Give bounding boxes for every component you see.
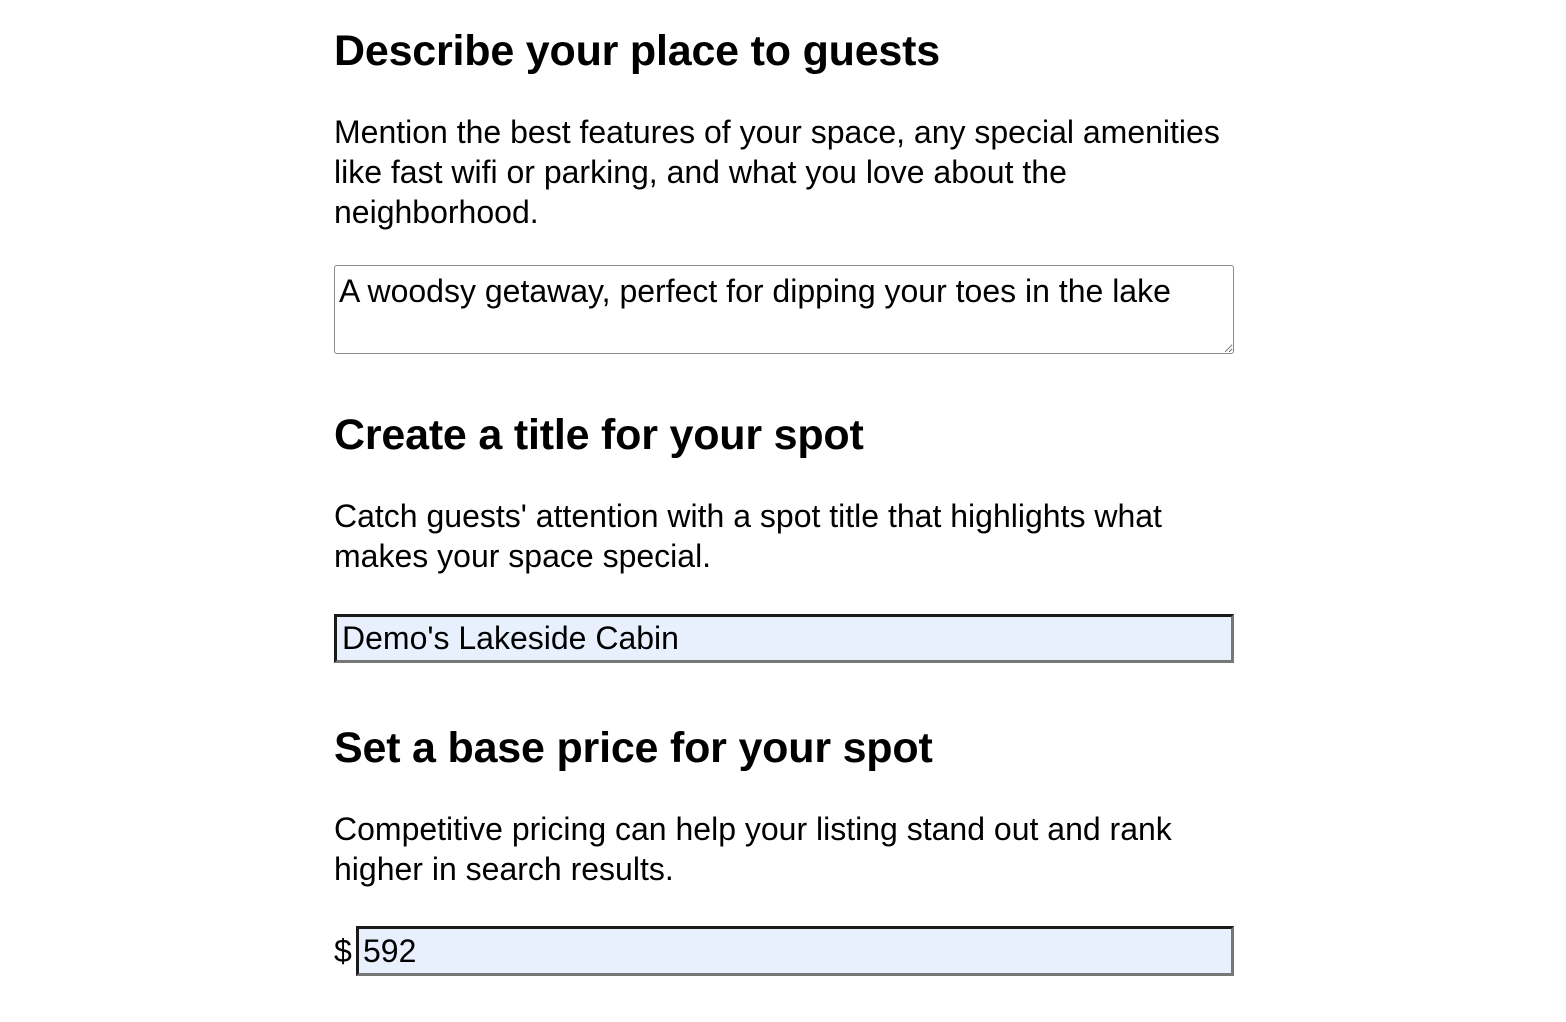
currency-symbol: $: [334, 932, 352, 969]
description-textarea[interactable]: A woodsy getaway, perfect for dipping yo…: [334, 265, 1234, 354]
price-heading: Set a base price for your spot: [334, 724, 933, 772]
spot-title-input[interactable]: [334, 614, 1234, 663]
describe-heading: Describe your place to guests: [334, 27, 940, 75]
describe-description: Mention the best features of your space,…: [334, 114, 1220, 230]
title-heading: Create a title for your spot: [334, 411, 864, 459]
base-price-input[interactable]: [356, 926, 1234, 976]
price-description: Competitive pricing can help your listin…: [334, 811, 1172, 887]
title-description: Catch guests' attention with a spot titl…: [334, 498, 1162, 574]
price-row: $: [334, 926, 1234, 976]
